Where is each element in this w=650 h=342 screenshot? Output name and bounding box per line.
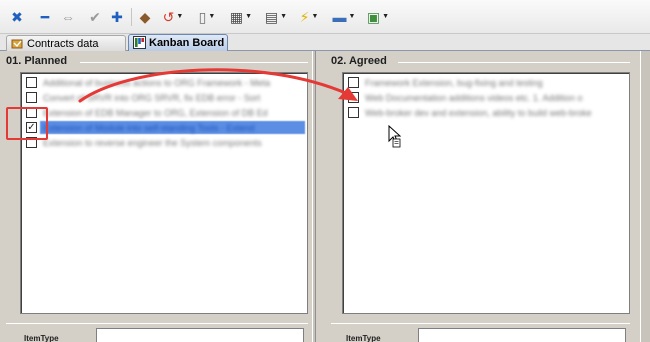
link-icon[interactable]: ⇔ [58, 8, 78, 26]
form-icon[interactable]: ▤ ▼ [262, 8, 290, 26]
document-icon[interactable]: ▯ ▼ [193, 8, 221, 26]
chevron-down-icon: ▼ [245, 13, 253, 20]
export-icon[interactable]: ▣ ▼ [364, 8, 392, 26]
tab-strip: Contracts data Kanban Board [0, 34, 650, 51]
drag-arrow [78, 68, 358, 103]
plus-icon[interactable]: ✚ [108, 8, 126, 26]
minus-icon[interactable]: ━ [36, 8, 54, 26]
kanban-icon [133, 36, 146, 49]
check-icon[interactable]: ✔ [86, 8, 104, 26]
close-icon[interactable]: ✖ [8, 8, 26, 26]
chevron-down-icon: ▼ [382, 13, 390, 20]
tab-label: Contracts data [27, 37, 99, 50]
toolbar-separator [131, 8, 132, 26]
tab-label: Kanban Board [149, 37, 225, 49]
tab-contracts-data[interactable]: Contracts data [6, 35, 126, 51]
chevron-down-icon: ▼ [311, 13, 319, 20]
lightning-icon[interactable]: ⚡ ▼ [295, 8, 323, 26]
undo-icon[interactable]: ↺ ▼ [159, 8, 187, 26]
chevron-down-icon: ▼ [208, 13, 216, 20]
drag-cursor-icon [388, 125, 402, 148]
chevron-down-icon: ▼ [280, 13, 288, 20]
tab-kanban-board[interactable]: Kanban Board [128, 34, 228, 51]
grid-icon[interactable]: ▦ ▼ [226, 8, 256, 26]
chevron-down-icon: ▼ [176, 13, 184, 20]
printer-icon[interactable]: ▬ ▼ [329, 8, 359, 26]
toolbar: ✖ ━ ⇔ ✔ ✚ ◆ ↺ ▼ ▯ ▼ ▦ ▼ ▤ ▼ ⚡ ▼ ▬ ▼ ▣ ▼ [0, 0, 650, 34]
chevron-down-icon: ▼ [348, 13, 356, 20]
kanban-board: 01. Planned Additional of business actio… [0, 51, 650, 342]
eraser-icon[interactable]: ◆ [136, 8, 154, 26]
contract-icon [11, 39, 23, 49]
